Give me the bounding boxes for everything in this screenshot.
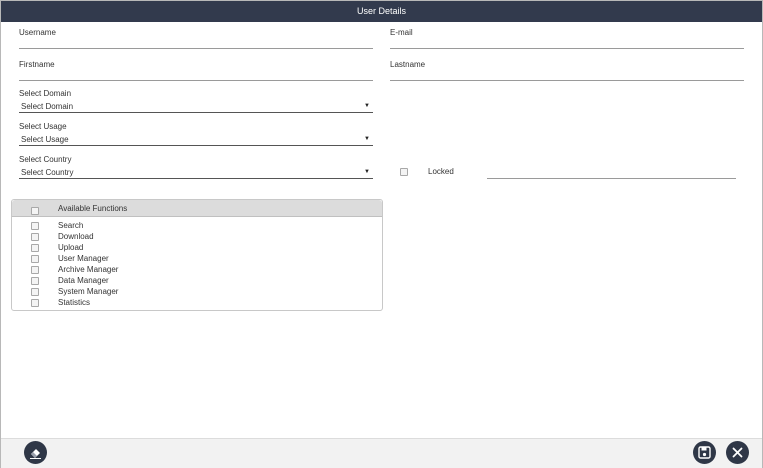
- function-row[interactable]: Statistics: [12, 298, 382, 309]
- username-input[interactable]: [19, 36, 373, 49]
- caret-down-icon: ▼: [364, 103, 370, 109]
- function-label: Data Manager: [58, 276, 109, 285]
- function-checkbox[interactable]: [31, 299, 39, 307]
- country-label: Select Country: [19, 155, 72, 164]
- functions-header-label: Available Functions: [58, 204, 128, 213]
- function-label: Upload: [58, 243, 84, 252]
- function-label: System Manager: [58, 287, 119, 296]
- dialog-title: User Details: [356, 6, 406, 16]
- domain-select-value: Select Domain: [21, 102, 74, 111]
- function-label: User Manager: [58, 254, 109, 263]
- close-button[interactable]: [726, 441, 749, 464]
- select-all-functions-checkbox[interactable]: [31, 207, 39, 215]
- function-label: Download: [58, 232, 94, 241]
- function-row[interactable]: Upload: [12, 243, 382, 254]
- functions-header: Available Functions: [12, 200, 382, 217]
- function-row[interactable]: Data Manager: [12, 276, 382, 287]
- domain-select[interactable]: Select Domain ▼: [19, 100, 373, 113]
- usage-select-value: Select Usage: [21, 135, 69, 144]
- function-checkbox[interactable]: [31, 266, 39, 274]
- function-label: Statistics: [58, 298, 91, 307]
- function-checkbox[interactable]: [31, 233, 39, 241]
- clear-button[interactable]: [24, 441, 47, 464]
- usage-label: Select Usage: [19, 122, 67, 131]
- function-checkbox[interactable]: [31, 244, 39, 252]
- usage-select[interactable]: Select Usage ▼: [19, 133, 373, 146]
- close-icon: [732, 447, 743, 458]
- dialog-footer: [1, 438, 762, 468]
- country-select[interactable]: Select Country ▼: [19, 166, 373, 179]
- eraser-icon: [30, 449, 41, 459]
- function-row[interactable]: User Manager: [12, 254, 382, 265]
- function-row[interactable]: Search: [12, 221, 382, 232]
- function-row[interactable]: System Manager: [12, 287, 382, 298]
- locked-note-input[interactable]: [487, 166, 736, 179]
- available-functions-panel: Available Functions Search Download Upload…: [11, 199, 383, 311]
- function-checkbox[interactable]: [31, 255, 39, 263]
- domain-label: Select Domain: [19, 89, 72, 98]
- floppy-disk-icon: [698, 446, 711, 459]
- function-checkbox[interactable]: [31, 277, 39, 285]
- function-label: Search: [58, 221, 84, 230]
- function-checkbox[interactable]: [31, 288, 39, 296]
- save-button[interactable]: [693, 441, 716, 464]
- locked-checkbox[interactable]: [400, 168, 408, 176]
- caret-down-icon: ▼: [364, 169, 370, 175]
- country-select-value: Select Country: [21, 168, 74, 177]
- function-checkbox[interactable]: [31, 222, 39, 230]
- dialog-titlebar: User Details: [1, 1, 762, 22]
- function-label: Archive Manager: [58, 265, 119, 274]
- email-input[interactable]: [390, 36, 744, 49]
- function-row[interactable]: Download: [12, 232, 382, 243]
- locked-label: Locked: [428, 167, 454, 176]
- caret-down-icon: ▼: [364, 136, 370, 142]
- firstname-input[interactable]: [19, 68, 373, 81]
- lastname-input[interactable]: [390, 68, 744, 81]
- function-row[interactable]: Archive Manager: [12, 265, 382, 276]
